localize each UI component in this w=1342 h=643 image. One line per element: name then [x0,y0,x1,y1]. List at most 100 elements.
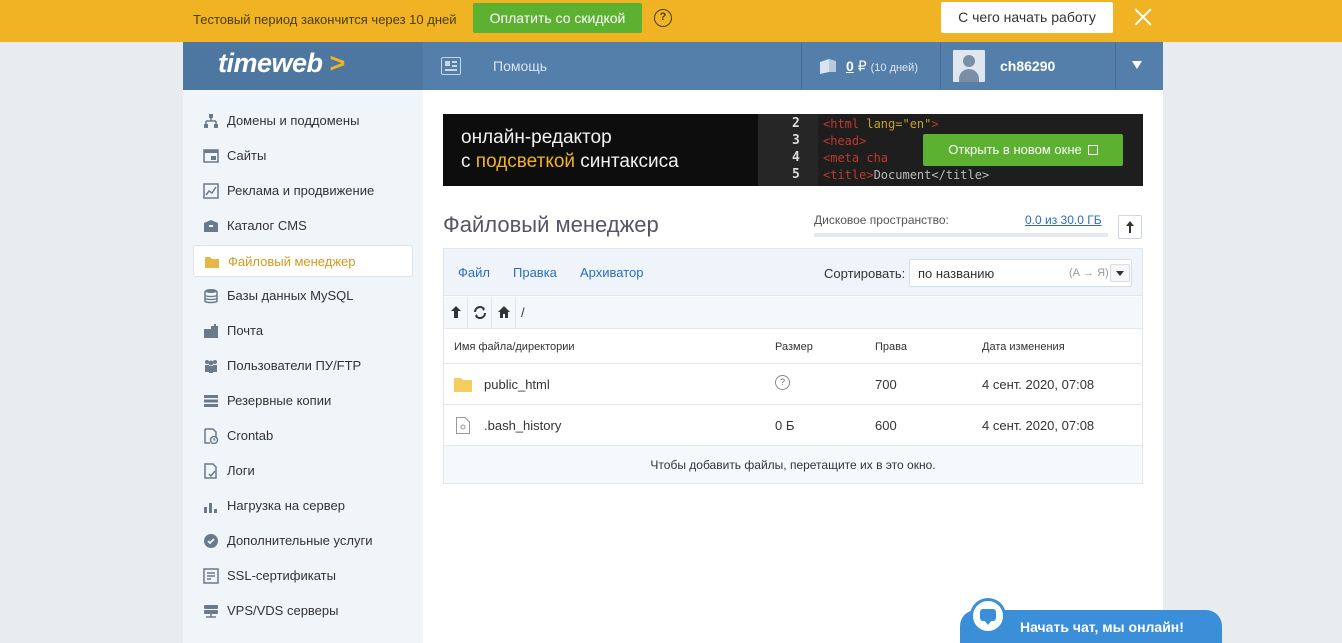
file-name[interactable]: public_html [484,377,550,392]
menu-file[interactable]: Файл [458,265,490,280]
sidebar-item-mail[interactable]: Почта [193,315,413,347]
database-icon [204,289,218,304]
sidebar-item-vps[interactable]: VPS/VDS серверы [193,595,413,627]
chat-widget[interactable]: Начать чат, мы онлайн! [960,598,1222,643]
wallet-icon [820,59,836,74]
mailbox-icon [204,324,218,338]
log-icon [204,463,217,479]
sidebar-item-domains[interactable]: Домены и поддомены [193,105,413,137]
sidebar-item-label: Резервные копии [227,393,332,408]
drop-zone-hint[interactable]: Чтобы добавить файлы, перетащите их в эт… [444,445,1142,483]
sidebar-item-label: Дополнительные услуги [227,533,373,548]
column-header-perms[interactable]: Права [875,341,907,353]
logo[interactable]: timeweb > [218,48,345,79]
arrow-up-icon [451,306,461,318]
sidebar-item-label: Базы данных MySQL [227,288,354,303]
file-perms: 700 [875,377,897,392]
column-header-name[interactable]: Имя файла/директории [454,341,575,353]
sidebar-item-extra-services[interactable]: Дополнительные услуги [193,525,413,557]
up-directory-button[interactable] [444,297,468,328]
scroll-up-button[interactable] [1118,215,1142,239]
home-icon [498,306,510,318]
avatar[interactable] [953,50,985,82]
sidebar-item-label: Логи [227,463,255,478]
trial-bar: Тестовый период закончится через 10 дней… [0,0,1342,42]
chevron-down-icon[interactable] [1132,61,1142,69]
file-date: 4 сент. 2020, 07:08 [982,418,1095,433]
users-icon [205,360,217,373]
refresh-icon [474,306,486,319]
sidebar-item-mysql[interactable]: Базы данных MySQL [193,280,413,312]
chevron-down-icon[interactable] [1110,264,1130,282]
balance[interactable]: 0 ₽ (10 дней) [846,58,918,75]
sidebar-item-backups[interactable]: Резервные копии [193,385,413,417]
news-icon[interactable] [441,57,461,75]
table-row[interactable]: public_html ? 700 4 сент. 2020, 07:08 [444,363,1142,404]
sidebar-item-label: VPS/VDS серверы [227,603,339,618]
file-name[interactable]: .bash_history [484,418,561,433]
home-button[interactable] [492,297,516,328]
sidebar-item-label: Пользователи ПУ/FTP [227,358,362,373]
sort-value: по названию [918,266,995,281]
sidebar-item-label: Реклама и продвижение [227,183,375,198]
folder-icon [205,257,219,268]
chat-label[interactable]: Начать чат, мы онлайн! [1020,619,1184,635]
editor-promo-banner[interactable]: онлайн-редактор с подсветкой синтаксиса … [443,114,1143,186]
sidebar-item-label: Сайты [227,148,267,163]
sidebar: Домены и поддомены Сайты Реклама и продв… [183,90,423,643]
path-bar: / [444,297,1142,329]
sidebar-item-server-load[interactable]: Нагрузка на сервер [193,490,413,522]
nav-divider [801,42,802,90]
file-size: 0 Б [775,418,795,433]
sidebar-item-label: Файловый менеджер [228,254,356,269]
fm-toolbar: Файл Правка Архиватор Сортировать: по на… [444,249,1142,296]
badge-icon [204,534,218,548]
close-icon[interactable] [1131,5,1155,29]
sort-select[interactable]: по названию (А → Я) [909,259,1132,287]
sidebar-item-promotion[interactable]: Реклама и продвижение [193,175,413,207]
sidebar-item-file-manager[interactable]: Файловый менеджер [193,245,413,277]
code-gutter: 2 3 4 5 [758,114,818,186]
help-link[interactable]: Помощь [493,58,547,74]
sidebar-item-sites[interactable]: Сайты [193,140,413,172]
chat-icon[interactable] [970,598,1006,634]
open-new-window-button[interactable]: Открыть в новом окне [923,134,1123,166]
banner-text: онлайн-редактор с подсветкой синтаксиса [461,127,679,172]
nav-divider [1115,42,1116,90]
certificate-icon [203,568,219,584]
sidebar-item-label: Домены и поддомены [227,113,360,128]
logo-area[interactable]: timeweb > [183,42,423,90]
external-link-icon [1087,145,1098,155]
sidebar-item-ssl[interactable]: SSL-сертификаты [193,560,413,592]
sitemap-icon [204,114,218,128]
bar-chart-icon [204,503,217,513]
sidebar-item-crontab[interactable]: Crontab [193,420,413,452]
sidebar-item-users[interactable]: Пользователи ПУ/FTP [193,350,413,382]
page-title: Файловый менеджер [443,212,659,237]
file-perms: 600 [875,418,897,433]
column-header-date[interactable]: Дата изменения [982,341,1065,353]
clock-doc-icon [204,428,219,444]
sidebar-item-logs[interactable]: Логи [193,455,413,487]
sidebar-item-label: Crontab [227,428,274,443]
menu-archiver[interactable]: Архиватор [580,265,644,280]
sidebar-item-cms[interactable]: Каталог CMS [193,210,413,242]
menu-edit[interactable]: Правка [513,265,557,280]
username[interactable]: ch86290 [1000,58,1055,74]
pay-discount-button[interactable]: Оплатить со скидкой [473,3,642,33]
nav-divider [940,42,941,90]
current-path: / [521,305,525,320]
file-date: 4 сент. 2020, 07:08 [982,377,1095,392]
column-header-size[interactable]: Размер [775,341,813,353]
question-icon[interactable]: ? [654,9,672,27]
sidebar-item-label: Каталог CMS [227,218,307,233]
getting-started-button[interactable]: С чего начать работу [941,2,1113,33]
refresh-button[interactable] [468,297,492,328]
trial-message: Тестовый период закончится через 10 дней [193,12,457,27]
disk-space-value[interactable]: 0.0 из 30.0 ГБ [1025,213,1102,227]
question-icon[interactable]: ? [775,375,790,390]
sort-label: Сортировать: [824,266,906,281]
sidebar-item-label: SSL-сертификаты [227,568,336,583]
table-row[interactable]: .bash_history 0 Б 600 4 сент. 2020, 07:0… [444,404,1142,445]
file-icon [456,417,470,434]
